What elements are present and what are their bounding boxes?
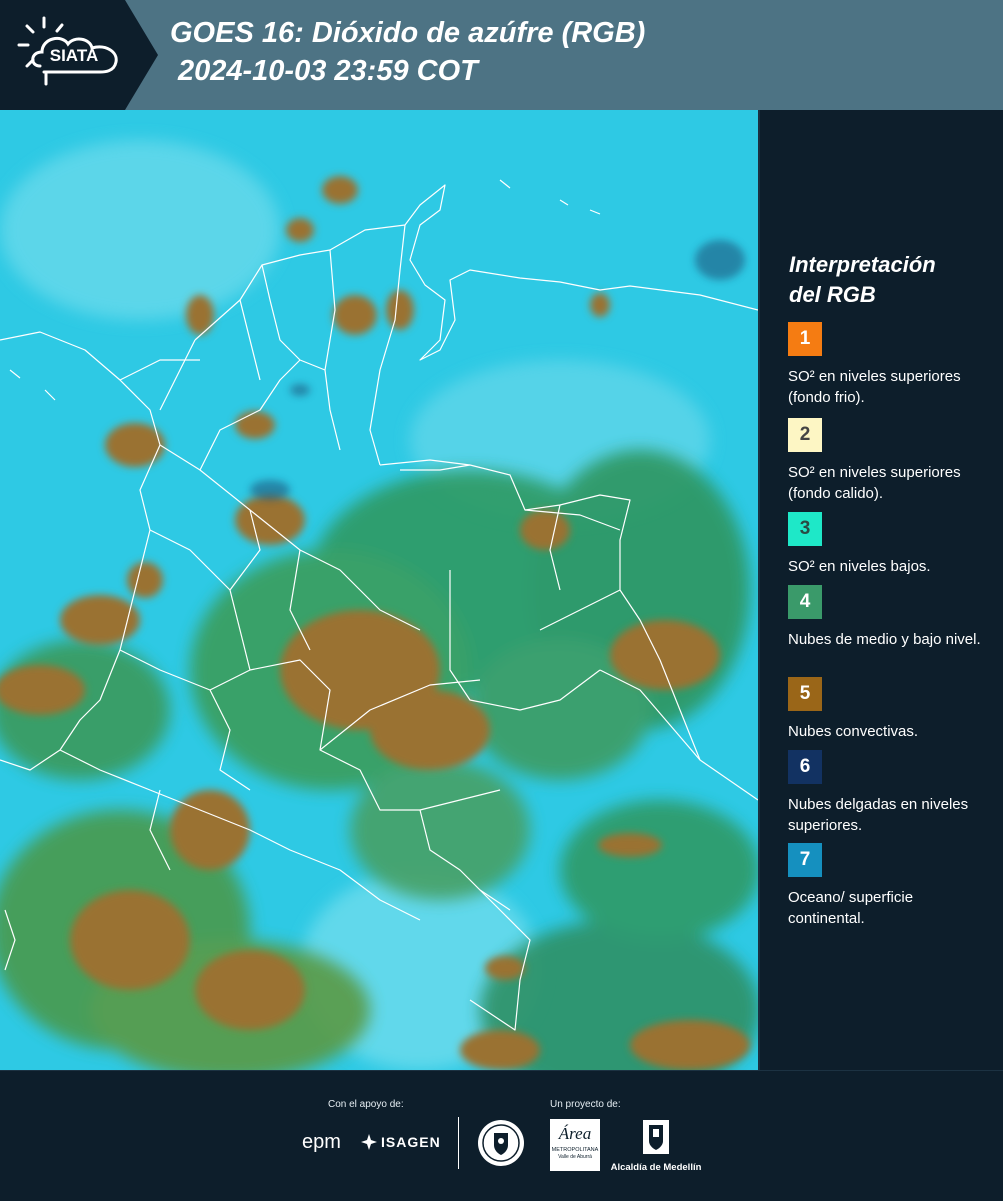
legend-swatch-5: 5 [788, 677, 822, 711]
svg-text:SIATA: SIATA [50, 46, 98, 65]
legend-swatch-3: 3 [788, 512, 822, 546]
legend-item-7: 7 Oceano/ superficie continental. [788, 843, 993, 929]
page-title: GOES 16: Dióxido de azúfre (RGB) 2024-10… [170, 14, 645, 90]
footer: Con el apoyo de: Un proyecto de: epm ISA… [0, 1070, 1003, 1201]
legend-item-6: 6 Nubes delgadas en niveles superiores. [788, 750, 993, 836]
title-timestamp: 2024-10-03 23:59 COT [178, 55, 478, 87]
legend-item-3: 3 SO² en niveles bajos. [788, 512, 993, 577]
legend-label-1: SO² en niveles superiores (fondo frio). [788, 368, 961, 406]
legend-swatch-2: 2 [788, 418, 822, 452]
title-line-1: GOES 16: Dióxido de azúfre (RGB) [170, 17, 646, 49]
isagen-star-icon [361, 1134, 377, 1150]
legend-swatch-4: 4 [788, 585, 822, 619]
alcaldia-medellin-logo[interactable]: Alcaldía de Medellín [610, 1119, 702, 1173]
legend-label-3: SO² en niveles bajos. [788, 558, 931, 575]
project-label: Un proyecto de: [550, 1099, 621, 1110]
epm-logo[interactable]: epm [302, 1131, 341, 1154]
legend-item-4: 4 Nubes de medio y bajo nivel. [788, 585, 993, 650]
legend-item-2: 2 SO² en niveles superiores (fondo calid… [788, 418, 993, 504]
footer-divider [458, 1117, 459, 1169]
legend-panel: Interpretación del RGB 1 SO² en niveles … [760, 110, 1003, 1070]
legend-label-2: SO² en niveles superiores (fondo calido)… [788, 464, 961, 502]
legend-label-5: Nubes convectivas. [788, 723, 919, 740]
legend-swatch-7: 7 [788, 843, 822, 877]
legend-label-4: Nubes de medio y bajo nivel. [788, 631, 981, 648]
legend-label-7: Oceano/ superficie continental. [788, 889, 914, 927]
area-metropolitana-logo[interactable]: Área METROPOLITANA Valle de Aburrá [550, 1119, 600, 1171]
legend-title: Interpretación del RGB [789, 252, 936, 307]
legend-label-6: Nubes delgadas en niveles superiores. [788, 796, 969, 834]
alcaldia-shield-icon [643, 1120, 669, 1154]
legend-swatch-6: 6 [788, 750, 822, 784]
medellin-seal-icon[interactable] [477, 1119, 525, 1172]
satellite-rgb-map[interactable] [0, 110, 758, 1070]
legend-item-5: 5 Nubes convectivas. [788, 677, 993, 742]
siata-logo[interactable]: SIATA [0, 0, 160, 110]
header: SIATA GOES 16: Dióxido de azúfre (RGB) 2… [0, 0, 1003, 110]
legend-item-1: 1 SO² en niveles superiores (fondo frio)… [788, 322, 993, 408]
legend-swatch-1: 1 [788, 322, 822, 356]
isagen-logo[interactable]: ISAGEN [360, 1133, 441, 1151]
support-label: Con el apoyo de: [328, 1099, 404, 1110]
